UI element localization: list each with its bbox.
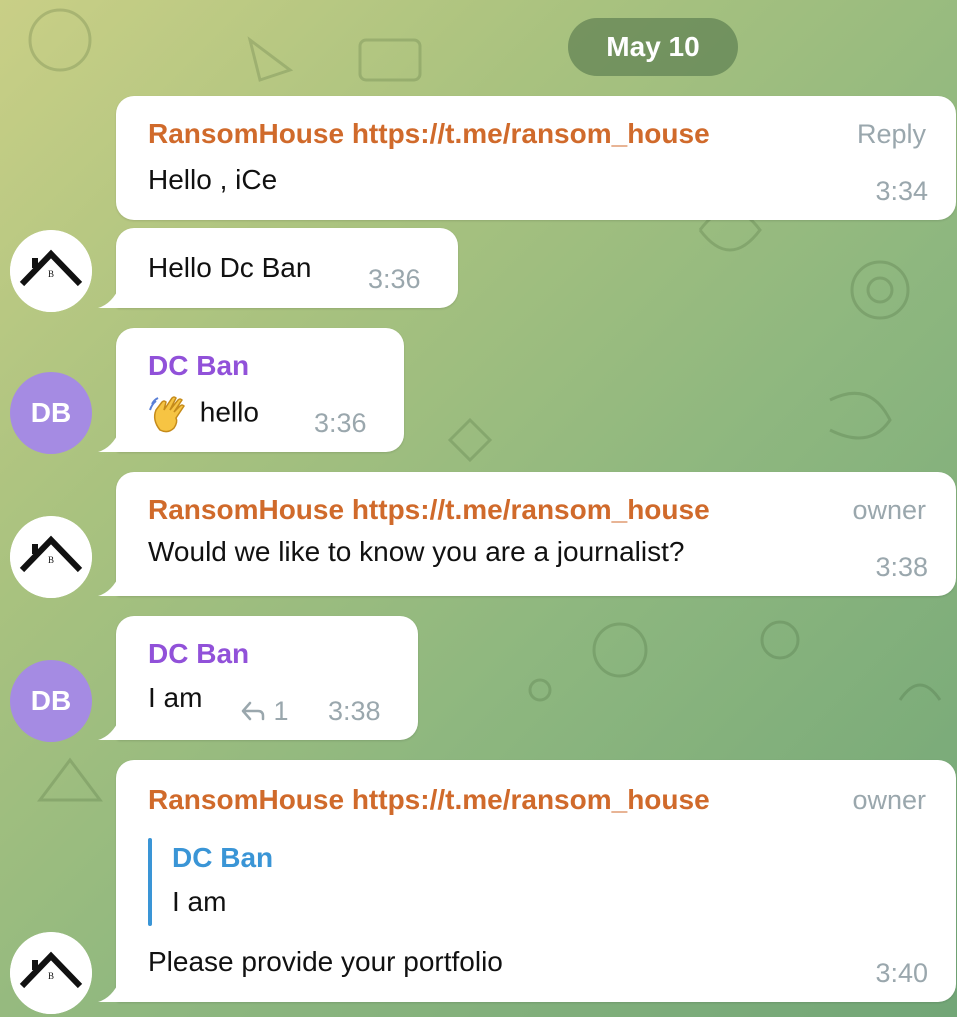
message-text: Would we like to know you are a journali…: [148, 536, 685, 567]
ransomhouse-logo-icon: B: [10, 932, 92, 1014]
bubble-tail: [98, 980, 120, 1002]
svg-text:B: B: [48, 269, 54, 279]
message-bubble[interactable]: RansomHouse https://t.me/ransom_house Re…: [116, 96, 956, 220]
ransomhouse-avatar[interactable]: B: [10, 932, 92, 1014]
ransomhouse-avatar[interactable]: B: [10, 230, 92, 312]
message-time: 3:34: [875, 176, 928, 206]
message-time: 3:36: [368, 264, 421, 294]
quote-text: I am: [172, 886, 227, 917]
bubble-tail: [98, 286, 120, 308]
sender-name[interactable]: RansomHouse https://t.me/ransom_house: [148, 118, 710, 150]
message-text: I am: [148, 682, 203, 713]
message-text: Hello Dc Ban: [148, 252, 312, 283]
dc-ban-avatar[interactable]: DB: [10, 372, 92, 454]
message-time: 3:40: [875, 958, 928, 988]
date-label: May 10: [606, 31, 700, 62]
quote-sender: DC Ban: [172, 842, 274, 873]
ransomhouse-avatar[interactable]: B: [10, 516, 92, 598]
bubble-tail: [98, 574, 120, 596]
sender-name[interactable]: DC Ban: [148, 350, 249, 382]
reply-label[interactable]: Reply: [857, 119, 926, 150]
owner-badge: owner: [852, 785, 926, 815]
avatar-initials: DB: [30, 685, 72, 716]
bubble-tail: [98, 718, 120, 740]
sender-name[interactable]: RansomHouse https://t.me/ransom_house: [148, 784, 710, 816]
dc-ban-avatar[interactable]: DB: [10, 660, 92, 742]
message-time: 3:38: [875, 552, 928, 582]
message-bubble[interactable]: DC Ban hello 3:36: [98, 328, 404, 452]
quoted-reply[interactable]: DC Ban I am: [148, 838, 548, 926]
sender-name[interactable]: RansomHouse https://t.me/ransom_house: [148, 494, 710, 526]
waving-hand-icon: [149, 396, 185, 433]
message-time: 3:36: [314, 408, 367, 438]
reply-arrow-icon: [241, 701, 265, 721]
bubble-tail: [98, 430, 120, 452]
ransomhouse-logo-icon: B: [10, 230, 92, 312]
message-bubble[interactable]: Hello Dc Ban 3:36: [98, 228, 458, 308]
message-text: Please provide your portfolio: [148, 946, 503, 977]
svg-text:B: B: [48, 555, 54, 565]
quote-accent-bar: [148, 838, 152, 926]
message-text: hello: [199, 396, 259, 428]
message-text: Hello , iCe: [148, 164, 278, 195]
date-separator: May 10: [568, 18, 738, 76]
message-bubble[interactable]: DC Ban I am 1 3:38: [98, 616, 418, 740]
message-bubble[interactable]: RansomHouse https://t.me/ransom_house ow…: [98, 760, 956, 1002]
sender-name[interactable]: DC Ban: [148, 638, 249, 670]
ransomhouse-logo-icon: B: [10, 516, 92, 598]
owner-badge: owner: [852, 495, 926, 525]
message-text-row: hello: [148, 392, 259, 436]
reply-count: 1: [273, 696, 289, 726]
reply-count-link[interactable]: 1: [240, 696, 289, 727]
message-bubble[interactable]: RansomHouse https://t.me/ransom_house ow…: [98, 472, 956, 596]
avatar-initials: DB: [30, 397, 72, 428]
svg-text:B: B: [48, 971, 54, 981]
message-time: 3:38: [328, 696, 381, 726]
